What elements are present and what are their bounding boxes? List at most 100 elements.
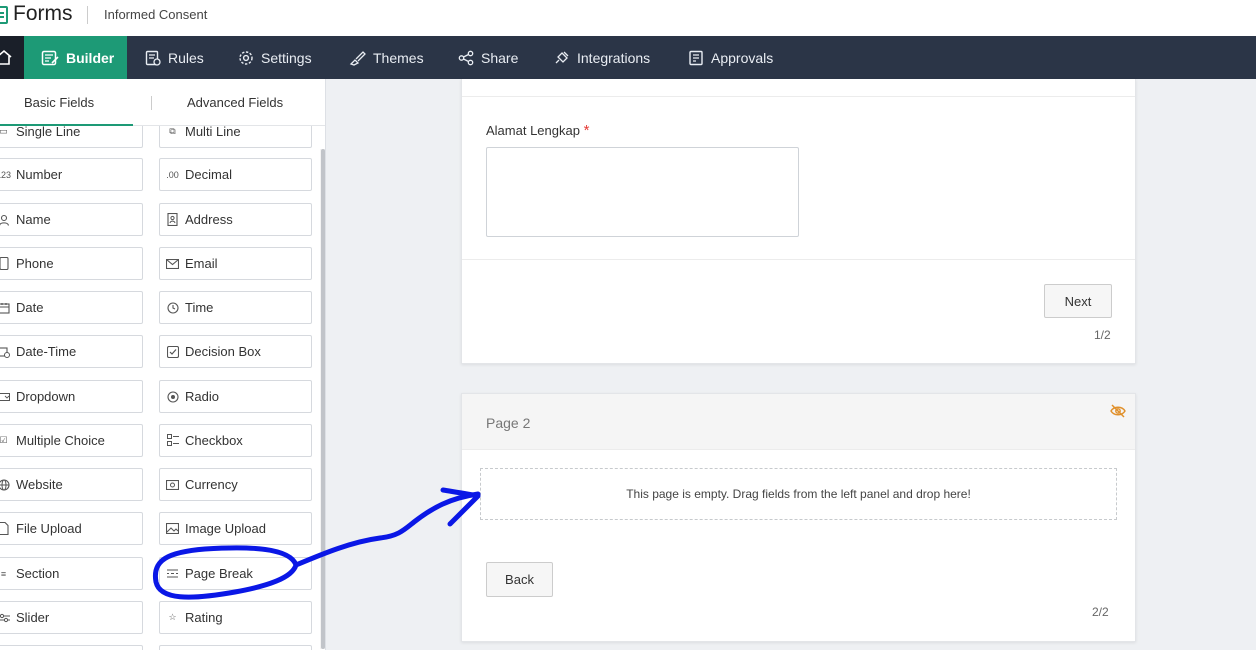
field-decimal[interactable]: .00 Decimal <box>159 158 312 191</box>
required-mark: * <box>583 122 590 139</box>
field-date[interactable]: Date <box>0 291 143 324</box>
image-icon <box>166 522 179 535</box>
file-icon <box>0 522 10 535</box>
title-divider <box>87 6 88 24</box>
field-radio[interactable]: Radio <box>159 380 312 413</box>
field-address[interactable]: Address <box>159 203 312 236</box>
tab-basic-fields[interactable]: Basic Fields <box>24 95 94 110</box>
field-file-upload[interactable]: File Upload <box>0 512 143 545</box>
checkbox-list-icon <box>166 434 179 447</box>
field-partial-right[interactable] <box>159 645 312 650</box>
field-multiple-choice[interactable]: ☑ Multiple Choice <box>0 424 143 457</box>
home-icon <box>0 49 12 65</box>
rules-icon <box>145 50 161 66</box>
phone-icon <box>0 257 10 270</box>
divider <box>462 96 1135 97</box>
approvals-icon <box>689 50 703 65</box>
brush-icon <box>349 50 366 66</box>
envelope-icon <box>166 257 179 270</box>
tab-share[interactable]: Share <box>458 36 518 79</box>
field-checkbox[interactable]: Checkbox <box>159 424 312 457</box>
tab-rules-label: Rules <box>168 49 204 66</box>
star-icon: ☆ <box>168 612 177 622</box>
main-nav: Builder Rules Settings Themes Share Inte… <box>0 36 1256 79</box>
tab-approvals[interactable]: Approvals <box>688 36 773 79</box>
field-image-upload[interactable]: Image Upload <box>159 512 312 545</box>
field-currency[interactable]: Currency <box>159 468 312 501</box>
eye-slash-icon[interactable] <box>1110 404 1126 418</box>
slider-icon <box>0 611 10 624</box>
address-book-icon <box>166 213 179 226</box>
page-title[interactable]: Page 2 <box>486 415 530 431</box>
tab-integrations-label: Integrations <box>577 49 651 66</box>
empty-page-dropzone[interactable]: This page is empty. Drag fields from the… <box>480 468 1117 520</box>
page-indicator: 1/2 <box>1094 328 1111 342</box>
decimal-icon: .00 <box>166 169 179 180</box>
field-decision-box[interactable]: Decision Box <box>159 335 312 368</box>
tab-settings-label: Settings <box>261 49 312 66</box>
palette-tabs: Basic Fields Advanced Fields <box>0 79 325 126</box>
globe-icon <box>0 478 10 491</box>
tab-integrations[interactable]: Integrations <box>553 36 650 79</box>
page-break-icon <box>166 567 179 580</box>
share-icon <box>458 50 474 65</box>
field-email[interactable]: Email <box>159 247 312 280</box>
field-palette: Basic Fields Advanced Fields ▭ Single Lin… <box>0 79 326 650</box>
tab-divider <box>151 96 152 110</box>
calendar-icon <box>0 301 10 314</box>
gear-icon <box>239 50 253 65</box>
section-icon: ≡ <box>0 568 7 579</box>
tab-builder[interactable]: Builder <box>24 36 127 79</box>
radio-icon <box>166 390 179 403</box>
field-number[interactable]: 123Number <box>0 158 143 191</box>
divider <box>462 259 1135 260</box>
active-tab-indicator <box>0 124 133 126</box>
tab-builder-label: Builder <box>66 49 115 66</box>
single-line-icon: ▭ <box>0 126 8 136</box>
app-title: Forms <box>13 2 73 25</box>
page-2-card: Page 2 This page is empty. Drag fields f… <box>461 393 1136 642</box>
builder-icon <box>41 50 59 65</box>
tab-settings[interactable]: Settings <box>238 36 312 79</box>
field-phone[interactable]: Phone <box>0 247 143 280</box>
app-header: Forms Informed Consent <box>0 0 1256 36</box>
field-slider[interactable]: Slider <box>0 601 143 634</box>
number-icon: 123 <box>0 169 12 180</box>
tab-themes[interactable]: Themes <box>349 36 424 79</box>
field-website[interactable]: Website <box>0 468 143 501</box>
currency-icon <box>166 478 179 491</box>
field-dropdown[interactable]: Dropdown <box>0 380 143 413</box>
person-icon <box>0 213 10 226</box>
checklist-icon: ☑ <box>0 435 8 445</box>
next-button[interactable]: Next <box>1044 284 1112 318</box>
field-label-text: Alamat Lengkap <box>486 123 580 138</box>
dropdown-icon <box>0 390 10 403</box>
tab-rules[interactable]: Rules <box>145 36 204 79</box>
multi-line-icon: ⧉ <box>169 126 176 136</box>
field-name[interactable]: Name <box>0 203 143 236</box>
forms-logo-icon <box>0 6 8 24</box>
calendar-clock-icon <box>0 345 10 358</box>
tab-approvals-label: Approvals <box>711 49 774 66</box>
home-button[interactable] <box>0 36 24 79</box>
tab-advanced-fields[interactable]: Advanced Fields <box>187 95 283 110</box>
form-name[interactable]: Informed Consent <box>104 7 207 22</box>
field-page-break[interactable]: Page Break <box>159 557 312 590</box>
back-button[interactable]: Back <box>486 562 553 597</box>
page-2-header: Page 2 <box>462 394 1135 450</box>
checkbox-checked-icon <box>166 345 179 358</box>
empty-page-message: This page is empty. Drag fields from the… <box>626 487 971 501</box>
field-rating[interactable]: ☆ Rating <box>159 601 312 634</box>
page-indicator: 2/2 <box>1092 605 1109 619</box>
field-section[interactable]: ≡ Section <box>0 557 143 590</box>
clock-icon <box>166 301 179 314</box>
field-time[interactable]: Time <box>159 291 312 324</box>
tab-share-label: Share <box>481 49 519 66</box>
field-date-time[interactable]: Date-Time <box>0 335 143 368</box>
plug-icon <box>555 51 569 63</box>
palette-scrollbar[interactable] <box>321 149 325 649</box>
tab-themes-label: Themes <box>373 49 424 66</box>
alamat-lengkap-textarea[interactable] <box>486 147 799 237</box>
field-label[interactable]: Alamat Lengkap * <box>486 122 589 139</box>
field-partial-left[interactable] <box>0 645 143 650</box>
